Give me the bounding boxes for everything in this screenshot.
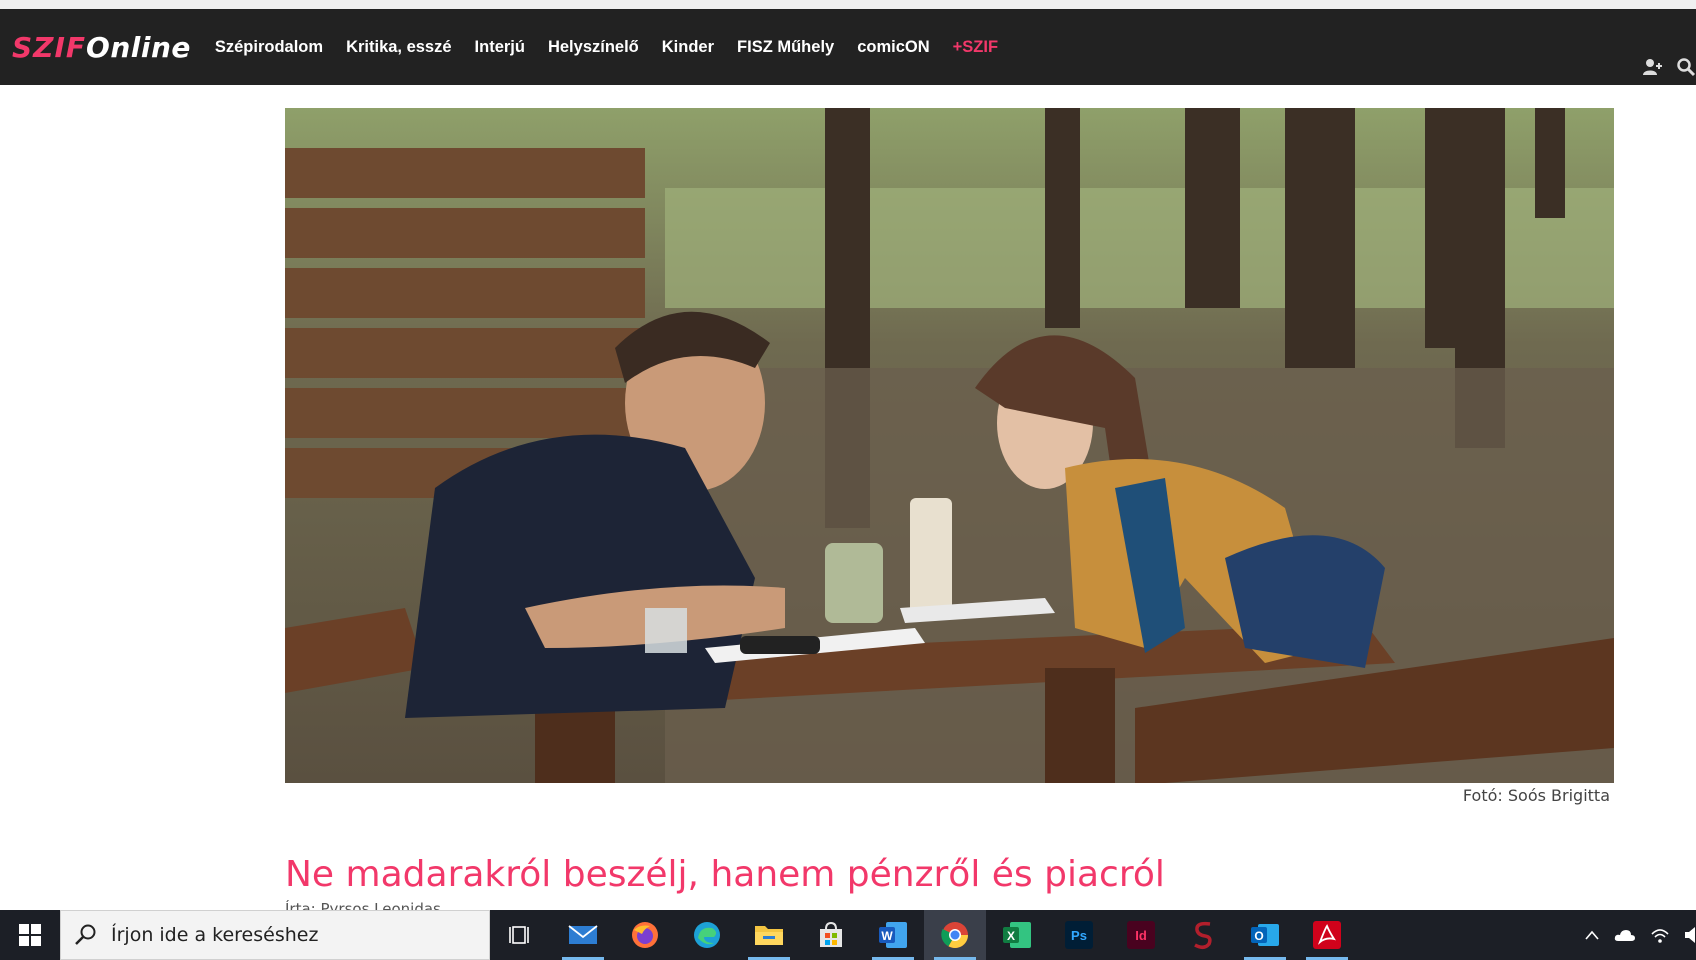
store-icon: [820, 921, 842, 947]
task-view-icon: [509, 926, 529, 944]
word-icon: W: [879, 922, 907, 948]
indesign-glyph: Id: [1135, 928, 1147, 943]
top-strip: [0, 0, 1696, 9]
outlook-icon: O: [1251, 924, 1279, 946]
windows-taskbar: Írjon ide a kereséshez W X Ps Id O: [0, 910, 1696, 960]
windows-logo-icon: [19, 924, 41, 946]
article-title: Ne madarakról beszélj, hanem pénzről és …: [285, 854, 1165, 896]
logo-part-szif: SZIF: [12, 30, 87, 64]
outlook-glyph: O: [1254, 929, 1263, 943]
taskbar-mail[interactable]: [552, 910, 614, 960]
firefox-icon: [632, 922, 658, 948]
nav-item-comicon[interactable]: comicON: [857, 38, 929, 57]
wifi-icon[interactable]: [1650, 926, 1670, 944]
article-hero-image: [285, 108, 1614, 783]
excel-icon: X: [1003, 922, 1031, 948]
taskbar-app-s[interactable]: [1172, 910, 1234, 960]
acrobat-icon: [1313, 921, 1341, 949]
taskbar-chrome[interactable]: [924, 910, 986, 960]
nav-item-fisz-muhely[interactable]: FISZ Műhely: [737, 38, 834, 57]
nav-item-kinder[interactable]: Kinder: [662, 38, 714, 57]
search-icon: [75, 924, 96, 945]
taskbar-acrobat[interactable]: [1296, 910, 1358, 960]
taskbar-store[interactable]: [800, 910, 862, 960]
taskbar-photoshop[interactable]: Ps: [1048, 910, 1110, 960]
excel-glyph: X: [1007, 929, 1015, 943]
nav-item-interju[interactable]: Interjú: [475, 38, 525, 57]
taskbar-search-box[interactable]: Írjon ide a kereséshez: [60, 910, 490, 960]
nav-item-kritika-essze[interactable]: Kritika, esszé: [346, 38, 451, 57]
nav-icons: [1628, 57, 1696, 77]
app-s-icon: [1194, 921, 1212, 949]
taskbar-indesign[interactable]: Id: [1110, 910, 1172, 960]
onedrive-icon[interactable]: [1614, 928, 1636, 942]
nav-item-plus-szif[interactable]: +SZIF: [953, 38, 998, 57]
taskbar-word[interactable]: W: [862, 910, 924, 960]
task-view-button[interactable]: [490, 910, 552, 960]
photoshop-glyph: Ps: [1071, 928, 1087, 943]
search-icon[interactable]: [1676, 57, 1696, 77]
user-add-icon[interactable]: [1642, 57, 1662, 77]
system-tray: [1570, 910, 1696, 960]
file-explorer-icon: [755, 926, 783, 945]
volume-icon[interactable]: [1684, 926, 1696, 944]
indesign-icon: Id: [1127, 921, 1155, 949]
mail-icon: [568, 925, 598, 944]
edge-icon: [694, 922, 720, 948]
photoshop-icon: Ps: [1065, 921, 1093, 949]
start-button[interactable]: [0, 910, 60, 960]
word-glyph: W: [881, 929, 893, 943]
site-logo[interactable]: SZIF Online: [12, 31, 191, 64]
site-navbar: SZIF Online Szépirodalom Kritika, esszé …: [0, 9, 1696, 85]
taskbar-file-explorer[interactable]: [738, 910, 800, 960]
nav-item-helyszinelo[interactable]: Helyszínelő: [548, 38, 639, 57]
nav-item-szepirodalom[interactable]: Szépirodalom: [215, 38, 323, 57]
logo-part-online: Online: [86, 30, 191, 64]
taskbar-outlook[interactable]: O: [1234, 910, 1296, 960]
main-menu: Szépirodalom Kritika, esszé Interjú Hely…: [215, 38, 1021, 57]
park-photo: [285, 108, 1614, 783]
taskbar-edge[interactable]: [676, 910, 738, 960]
image-caption: Fotó: Soós Brigitta: [1462, 786, 1610, 805]
chrome-icon: [941, 922, 969, 949]
taskbar-search-placeholder: Írjon ide a kereséshez: [111, 924, 319, 946]
taskbar-excel[interactable]: X: [986, 910, 1048, 960]
taskbar-firefox[interactable]: [614, 910, 676, 960]
chevron-up-icon[interactable]: [1584, 929, 1600, 941]
